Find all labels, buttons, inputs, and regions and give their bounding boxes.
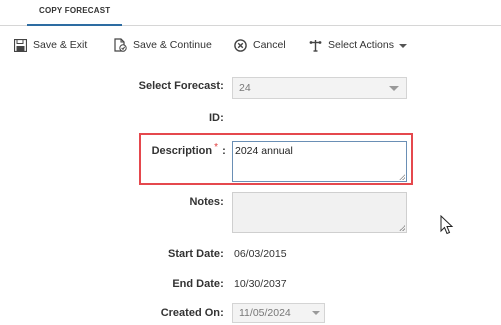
select-forecast-dropdown[interactable]: 24 xyxy=(232,77,407,99)
id-colon: : xyxy=(220,112,224,124)
start-date-colon: : xyxy=(220,248,224,260)
required-marker: * xyxy=(214,142,218,153)
tab-bar: COPY FORECAST xyxy=(0,0,501,26)
end-date-value: 10/30/2037 xyxy=(234,278,287,290)
created-on-colon: : xyxy=(220,307,224,319)
created-on-value: 11/05/2024 xyxy=(239,307,291,319)
cancel-icon xyxy=(234,38,247,52)
notes-textarea[interactable] xyxy=(232,192,407,233)
notes-label: Notes xyxy=(189,196,220,208)
end-date-colon: : xyxy=(220,278,224,290)
save-icon xyxy=(14,38,27,52)
select-actions-label: Select Actions xyxy=(328,39,394,51)
chevron-down-icon xyxy=(312,311,320,315)
save-exit-button[interactable]: Save & Exit xyxy=(14,26,87,64)
notes-colon: : xyxy=(220,196,224,208)
description-label: Description * xyxy=(0,142,218,157)
cancel-button[interactable]: Cancel xyxy=(234,26,286,64)
start-date-value: 06/03/2015 xyxy=(234,248,287,260)
chevron-down-icon xyxy=(389,86,399,91)
description-label-text: Description xyxy=(151,145,213,157)
created-on-label: Created On xyxy=(160,307,220,319)
select-forecast-colon: : xyxy=(220,80,224,92)
id-label: ID xyxy=(209,112,220,124)
save-continue-button[interactable]: Save & Continue xyxy=(113,26,212,64)
resize-grip-icon[interactable] xyxy=(399,225,405,231)
mouse-cursor-icon xyxy=(440,215,454,235)
tab-copy-forecast[interactable]: COPY FORECAST xyxy=(27,0,123,26)
description-colon: : xyxy=(222,145,226,157)
select-actions-button[interactable]: Select Actions xyxy=(309,26,407,64)
save-continue-label: Save & Continue xyxy=(133,39,212,51)
toolbar: Save & Exit Save & Continue Cancel Selec… xyxy=(0,26,501,64)
resize-grip-icon[interactable] xyxy=(399,174,405,180)
end-date-label: End Date xyxy=(172,278,220,290)
save-continue-icon xyxy=(114,38,127,52)
chevron-down-icon xyxy=(398,44,407,48)
actions-icon xyxy=(309,39,322,52)
select-forecast-label: Select Forecast xyxy=(138,80,220,92)
select-forecast-value: 24 xyxy=(239,82,251,94)
cancel-label: Cancel xyxy=(253,39,286,51)
description-textarea[interactable]: 2024 annual xyxy=(232,141,407,182)
description-value: 2024 annual xyxy=(235,145,293,157)
save-exit-label: Save & Exit xyxy=(33,39,88,51)
start-date-label: Start Date xyxy=(168,248,220,260)
